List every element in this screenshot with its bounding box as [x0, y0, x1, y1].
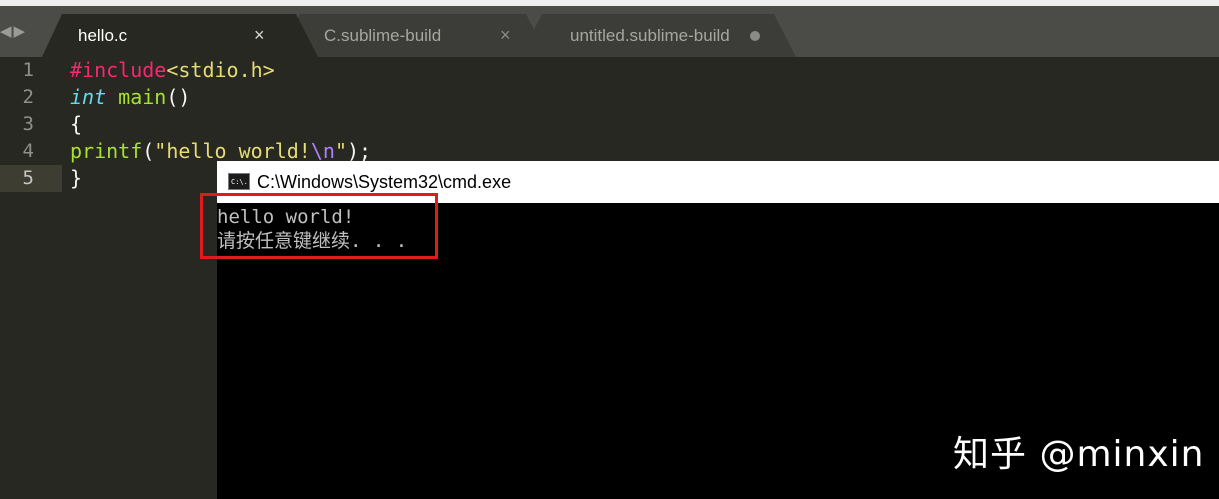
- code-line-5[interactable]: }: [70, 165, 82, 192]
- open-paren: (: [142, 139, 155, 163]
- watermark: 知乎 @minxin: [953, 434, 1205, 475]
- function-call: printf: [70, 139, 143, 163]
- include-directive: #include: [70, 58, 167, 82]
- line-number: 1: [22, 59, 34, 81]
- line-number: 3: [22, 113, 34, 135]
- string-end: ": [334, 139, 347, 163]
- line-number: 2: [22, 86, 34, 108]
- parens: (): [166, 85, 191, 109]
- function-name: main: [118, 85, 167, 109]
- tab-hello-c[interactable]: hello.c ×: [42, 14, 318, 57]
- tab-bar: ◀▶ untitled.sublime-build C.sublime-buil…: [0, 6, 1219, 57]
- cmd-icon: C:\.: [228, 173, 250, 190]
- code-line-2[interactable]: int main(): [70, 84, 190, 111]
- tab-label: hello.c: [78, 26, 128, 45]
- string-literal: "hello world!: [154, 139, 311, 163]
- escape-sequence: \n: [310, 139, 335, 163]
- tab-untitled-sublime-build[interactable]: untitled.sublime-build: [520, 14, 796, 57]
- tab-label: untitled.sublime-build: [570, 26, 730, 45]
- type-keyword: int: [70, 85, 107, 109]
- highlight-annotation-box: [200, 193, 438, 259]
- close-icon[interactable]: ×: [500, 14, 511, 57]
- tab-nav-arrows[interactable]: ◀▶: [0, 20, 34, 42]
- include-header: <stdio.h>: [166, 58, 275, 82]
- close-icon[interactable]: ×: [254, 14, 265, 57]
- code-line-3[interactable]: {: [70, 111, 82, 138]
- code-line-1[interactable]: #include<stdio.h>: [70, 57, 275, 84]
- cmd-icon-text: C:\.: [231, 178, 248, 186]
- line-number-current: 5: [22, 167, 34, 189]
- tab-label: C.sublime-build: [324, 26, 442, 45]
- chevron-right-icon[interactable]: ▶: [14, 20, 28, 42]
- tab-c-sublime-build[interactable]: C.sublime-build ×: [278, 14, 548, 57]
- close-paren: );: [346, 139, 372, 163]
- chevron-left-icon[interactable]: ◀: [0, 20, 14, 42]
- unsaved-dot-icon[interactable]: [750, 31, 760, 41]
- line-number: 4: [22, 140, 34, 162]
